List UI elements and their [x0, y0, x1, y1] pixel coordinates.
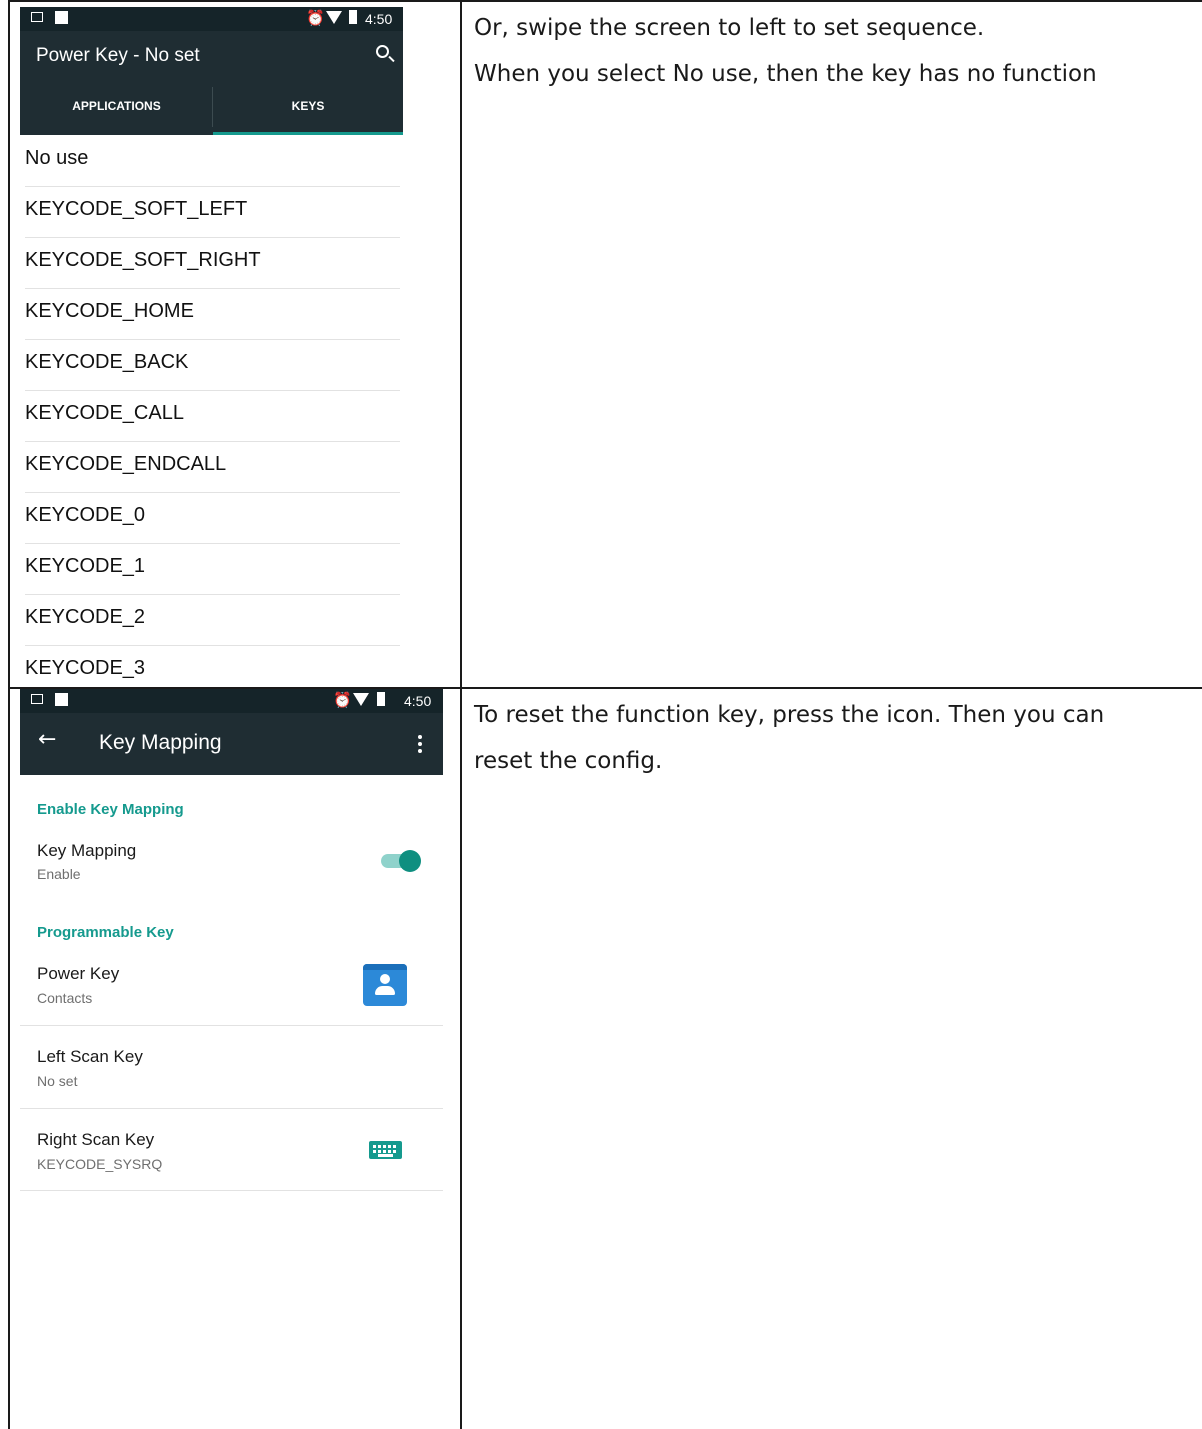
table-border-top [8, 0, 1202, 2]
list-item-label: KEYCODE_BACK [25, 351, 189, 373]
page-title: Power Key - No set [36, 45, 200, 66]
power-key-screen: ⏰ 4:50 Power Key - No set APPLICATIONS K… [20, 7, 403, 687]
power-key-summary: Contacts [37, 990, 93, 1006]
overflow-menu-icon[interactable] [418, 735, 422, 753]
right-scan-key-summary: KEYCODE_SYSRQ [37, 1156, 163, 1172]
list-item[interactable]: KEYCODE_HOME [20, 289, 403, 340]
wifi-icon [353, 693, 369, 706]
back-arrow-icon[interactable]: ← [38, 727, 56, 752]
alarm-icon: ⏰ [333, 692, 352, 709]
square-notification-icon [55, 11, 68, 24]
list-item-label: KEYCODE_0 [25, 504, 146, 526]
section-header-programmable: Programmable Key [37, 924, 174, 941]
keyboard-icon[interactable] [369, 1141, 402, 1159]
top-note-line-2: When you select No use, then the key has… [474, 61, 1097, 87]
toggle-thumb [399, 850, 421, 872]
status-time: 4:50 [365, 11, 393, 27]
battery-icon [349, 10, 357, 24]
search-icon[interactable] [376, 45, 389, 58]
list-item[interactable]: No use [20, 136, 403, 187]
key-list: No use KEYCODE_SOFT_LEFT KEYCODE_SOFT_RI… [20, 136, 403, 687]
key-mapping-title: Key Mapping [37, 841, 137, 860]
list-item-label: No use [25, 147, 89, 169]
list-item-label: KEYCODE_HOME [25, 300, 194, 322]
table-border-left [8, 0, 10, 1429]
divider [20, 1108, 443, 1109]
tab-bar: APPLICATIONS KEYS [20, 81, 403, 135]
bottom-note-line-2: reset the config. [474, 748, 663, 774]
left-scan-key-title: Left Scan Key [37, 1047, 143, 1066]
app-bar: Power Key - No set [20, 31, 403, 81]
square-notification-icon [55, 693, 68, 706]
app-bar: ← Key Mapping [20, 713, 443, 775]
list-item[interactable]: KEYCODE_SOFT_LEFT [20, 187, 403, 238]
wifi-icon [326, 11, 342, 24]
list-item[interactable]: KEYCODE_0 [20, 493, 403, 544]
table-border-middle [460, 0, 462, 1429]
picture-notification-icon [31, 12, 43, 22]
key-mapping-screen: ⏰ 4:50 ← Key Mapping Enable Key Mapping … [20, 689, 443, 1409]
list-item[interactable]: KEYCODE_ENDCALL [20, 442, 403, 493]
page-title: Key Mapping [99, 731, 222, 754]
status-bar: ⏰ 4:50 [20, 689, 443, 713]
picture-notification-icon [31, 694, 43, 704]
top-note-line-1: Or, swipe the screen to left to set sequ… [474, 15, 985, 41]
section-header-enable: Enable Key Mapping [37, 801, 184, 818]
divider [20, 1190, 443, 1191]
list-item[interactable]: KEYCODE_SOFT_RIGHT [20, 238, 403, 289]
list-item-label: KEYCODE_2 [25, 606, 146, 628]
key-mapping-toggle[interactable] [381, 849, 421, 873]
list-item[interactable]: KEYCODE_BACK [20, 340, 403, 391]
list-item[interactable]: KEYCODE_1 [20, 544, 403, 595]
list-item-label: KEYCODE_ENDCALL [25, 453, 227, 475]
list-item[interactable]: KEYCODE_CALL [20, 391, 403, 442]
contacts-icon[interactable] [363, 964, 407, 1006]
status-bar: ⏰ 4:50 [20, 7, 403, 31]
tab-keys[interactable]: KEYS [213, 81, 403, 135]
bottom-note-line-1: To reset the function key, press the ico… [474, 702, 1105, 728]
list-item[interactable]: KEYCODE_3 [20, 646, 403, 687]
list-item-label: KEYCODE_1 [25, 555, 146, 577]
alarm-icon: ⏰ [306, 10, 325, 27]
bottom-note: To reset the function key, press the ico… [474, 692, 1104, 784]
status-time: 4:50 [404, 693, 432, 709]
key-mapping-summary: Enable [37, 866, 81, 882]
left-scan-key-summary: No set [37, 1073, 78, 1089]
list-item-label: KEYCODE_3 [25, 657, 146, 679]
list-item-label: KEYCODE_SOFT_RIGHT [25, 249, 261, 271]
tab-indicator [213, 132, 403, 135]
top-note: Or, swipe the screen to left to set sequ… [474, 5, 1097, 97]
list-item-label: KEYCODE_SOFT_LEFT [25, 198, 248, 220]
list-item-label: KEYCODE_CALL [25, 402, 184, 424]
list-item[interactable]: KEYCODE_2 [20, 595, 403, 646]
battery-icon [377, 692, 385, 706]
power-key-title: Power Key [37, 964, 120, 983]
tab-applications[interactable]: APPLICATIONS [20, 81, 213, 135]
right-scan-key-title: Right Scan Key [37, 1130, 155, 1149]
divider [20, 1025, 443, 1026]
